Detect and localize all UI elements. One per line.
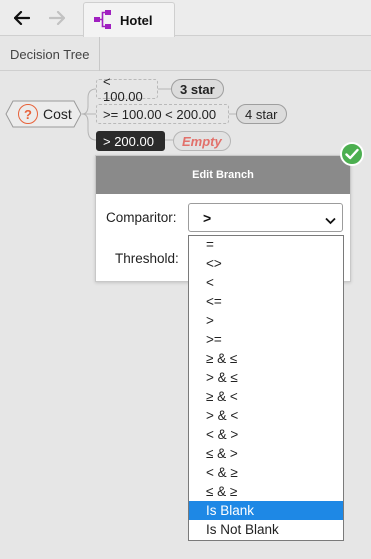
decision-tree-icon <box>92 9 114 31</box>
breadcrumb: Decision Tree <box>0 37 371 71</box>
dropdown-option[interactable]: > & < <box>189 406 343 425</box>
dropdown-option[interactable]: <> <box>189 254 343 273</box>
dropdown-option[interactable]: > & ≤ <box>189 368 343 387</box>
top-toolbar: Hotel <box>0 0 371 37</box>
dropdown-option[interactable]: ≤ & > <box>189 444 343 463</box>
arrow-left-icon[interactable] <box>10 6 34 30</box>
dropdown-option[interactable]: ≤ & ≥ <box>189 482 343 501</box>
breadcrumb-item-decision-tree[interactable]: Decision Tree <box>0 37 101 71</box>
dropdown-option[interactable]: > <box>189 311 343 330</box>
arrow-right-icon[interactable] <box>45 6 69 30</box>
dropdown-option[interactable]: ≥ & ≤ <box>189 349 343 368</box>
branch-condition[interactable]: >= 100.00 < 200.00 <box>96 104 229 124</box>
tab-hotel[interactable]: Hotel <box>83 2 175 37</box>
dropdown-option[interactable]: < & ≥ <box>189 463 343 482</box>
branch-condition[interactable]: < 100.00 <box>96 74 158 104</box>
comparitor-dropdown-list[interactable]: = <> < <= > >= ≥ & ≤ > & ≤ ≥ & < > & < <… <box>188 235 344 541</box>
branch-outcome-empty[interactable]: Empty <box>173 131 231 151</box>
question-icon: ? <box>18 104 38 124</box>
comparitor-value: > <box>203 209 212 226</box>
chevron-down-icon <box>325 212 336 228</box>
dropdown-option[interactable]: ≥ & < <box>189 387 343 406</box>
branch-outcome[interactable]: 3 star <box>171 79 224 99</box>
dropdown-option[interactable]: < & > <box>189 425 343 444</box>
comparitor-label: Comparitor: <box>106 210 177 225</box>
tab-label: Hotel <box>120 12 153 28</box>
dropdown-option[interactable]: < <box>189 273 343 292</box>
dropdown-option[interactable]: Is Not Blank <box>189 520 343 539</box>
comparitor-select[interactable]: > <box>188 203 343 232</box>
dropdown-option[interactable]: <= <box>189 292 343 311</box>
dropdown-option[interactable]: >= <box>189 330 343 349</box>
branch-outcome[interactable]: 4 star <box>236 104 287 124</box>
edit-branch-title: Edit Branch <box>96 156 350 194</box>
dropdown-option-highlighted[interactable]: Is Blank <box>189 501 343 520</box>
branch-condition-selected[interactable]: > 200.00 <box>96 131 165 151</box>
tree-root-node[interactable]: ? Cost <box>5 100 82 128</box>
check-icon[interactable] <box>340 142 364 166</box>
threshold-label: Threshold: <box>115 251 179 266</box>
dropdown-option[interactable]: = <box>189 235 343 254</box>
root-label: Cost <box>43 106 72 122</box>
